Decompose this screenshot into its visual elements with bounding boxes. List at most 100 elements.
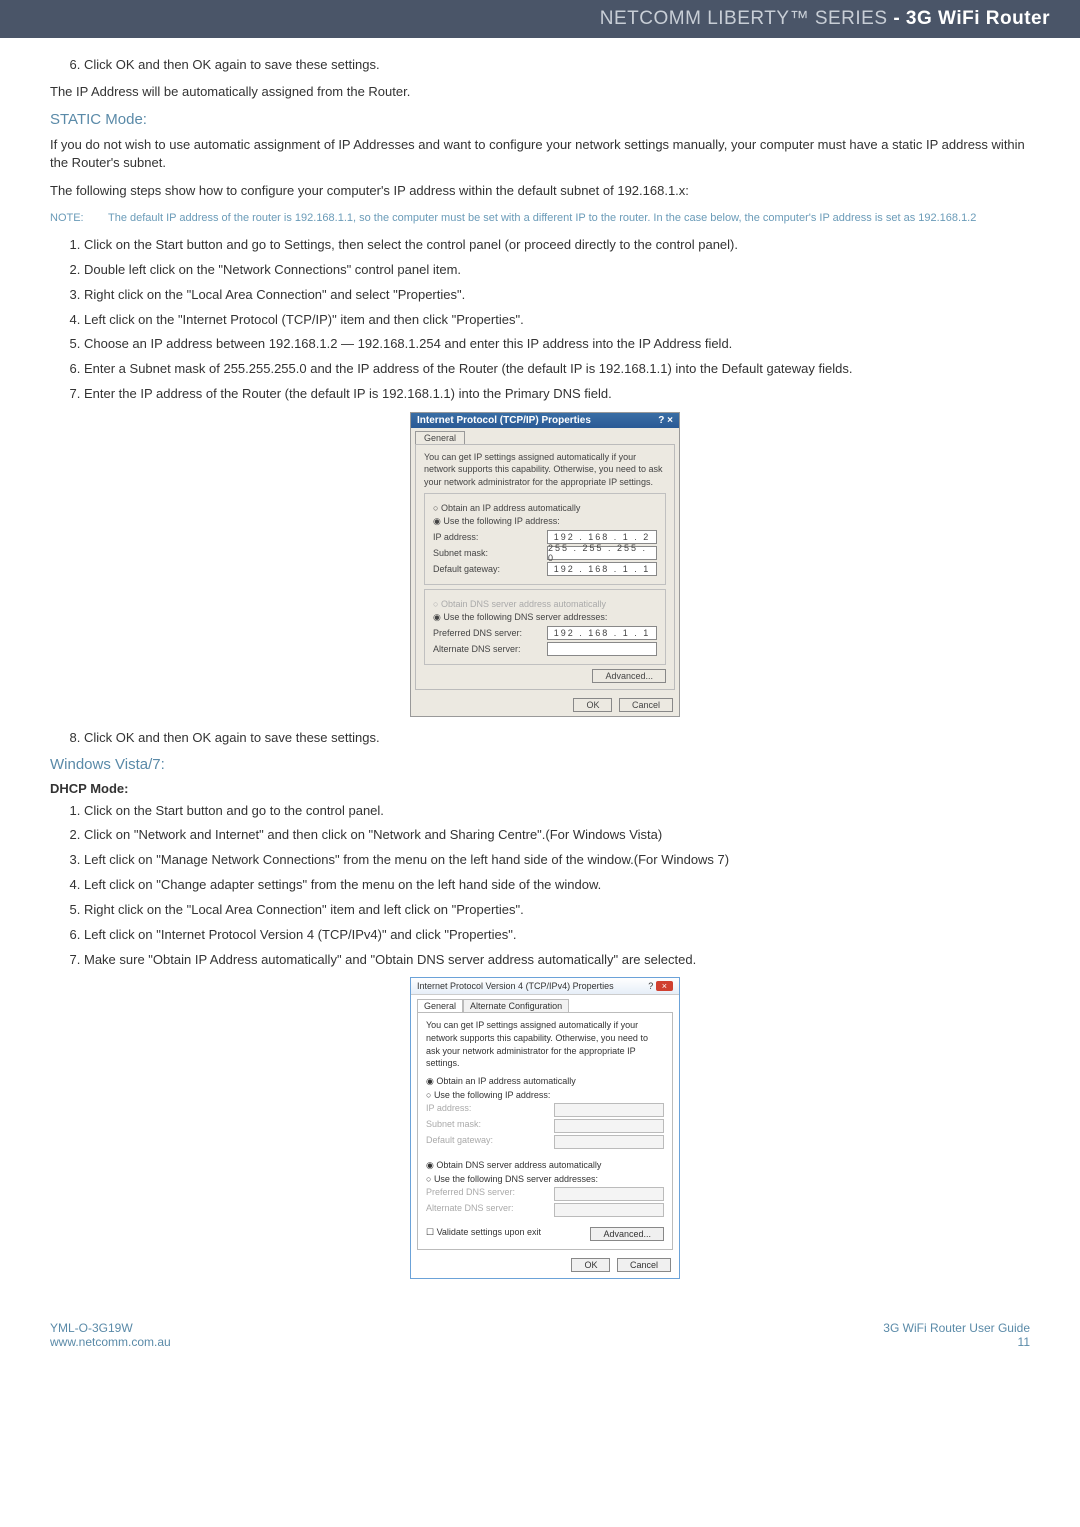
default-gateway-field <box>554 1135 664 1149</box>
tab-general[interactable]: General <box>415 431 465 444</box>
dialog-body: You can get IP settings assigned automat… <box>417 1012 673 1249</box>
default-gateway-label: Default gateway: <box>426 1135 493 1149</box>
static-steps-list-continued: Click OK and then OK again to save these… <box>84 729 1040 748</box>
dialog-intro: You can get IP settings assigned automat… <box>424 451 666 489</box>
footer-left: YML-O-3G19W www.netcomm.com.au <box>50 1321 171 1349</box>
dialog-tabs: GeneralAlternate Configuration <box>411 995 679 1012</box>
radio-obtain-dns-auto[interactable]: ◉ Obtain DNS server address automaticall… <box>426 1160 664 1171</box>
tab-general[interactable]: General <box>417 999 463 1012</box>
list-item: Enter the IP address of the Router (the … <box>84 385 1040 404</box>
default-gateway-field[interactable]: 192 . 168 . 1 . 1 <box>547 562 657 576</box>
subnet-mask-label: Subnet mask: <box>433 548 488 558</box>
footer-guide-title: 3G WiFi Router User Guide <box>883 1321 1030 1335</box>
help-icon[interactable]: ? <box>648 981 653 991</box>
static-steps-list: Click on the Start button and go to Sett… <box>84 236 1040 404</box>
list-item: Left click on "Change adapter settings" … <box>84 876 1040 895</box>
section-heading-static: STATIC Mode: <box>50 111 1040 128</box>
preferred-dns-label: Preferred DNS server: <box>426 1187 515 1201</box>
page-footer: YML-O-3G19W www.netcomm.com.au 3G WiFi R… <box>0 1321 1080 1369</box>
dns-group: ○ Obtain DNS server address automaticall… <box>424 589 666 665</box>
ok-button[interactable]: OK <box>573 698 612 712</box>
vista-steps-list: Click on the Start button and go to the … <box>84 802 1040 970</box>
radio-obtain-ip-auto[interactable]: ○ Obtain an IP address automatically <box>433 503 657 513</box>
preferred-dns-label: Preferred DNS server: <box>433 628 522 638</box>
radio-obtain-dns-auto: ○ Obtain DNS server address automaticall… <box>433 599 657 609</box>
window-controls-icon[interactable]: ? × <box>658 415 673 426</box>
tcpipv4-properties-dialog-vista: Internet Protocol Version 4 (TCP/IPv4) P… <box>410 977 680 1278</box>
alternate-dns-label: Alternate DNS server: <box>426 1203 514 1217</box>
ip-address-field <box>554 1103 664 1117</box>
radio-use-following-ip[interactable]: ○ Use the following IP address: <box>426 1090 664 1100</box>
list-item: Left click on "Manage Network Connection… <box>84 851 1040 870</box>
dialog-intro: You can get IP settings assigned automat… <box>426 1019 664 1069</box>
note-text: The default IP address of the router is … <box>100 211 976 226</box>
dialog-titlebar: Internet Protocol (TCP/IP) Properties ? … <box>411 413 679 428</box>
list-item: Left click on "Internet Protocol Version… <box>84 926 1040 945</box>
cancel-button[interactable]: Cancel <box>619 698 673 712</box>
ip-address-label: IP address: <box>426 1103 471 1117</box>
preferred-dns-field <box>554 1187 664 1201</box>
dialog-body: You can get IP settings assigned automat… <box>415 444 675 690</box>
note-label: NOTE: <box>50 211 100 226</box>
list-item: Enter a Subnet mask of 255.255.255.0 and… <box>84 360 1040 379</box>
list-item: Double left click on the "Network Connec… <box>84 261 1040 280</box>
top-ordered-list: Click OK and then OK again to save these… <box>84 56 1040 75</box>
tab-alternate-config[interactable]: Alternate Configuration <box>463 999 569 1012</box>
list-item: Right click on the "Local Area Connectio… <box>84 901 1040 920</box>
list-item: Choose an IP address between 192.168.1.2… <box>84 335 1040 354</box>
radio-label: Obtain an IP address automatically <box>441 503 580 513</box>
radio-obtain-ip-auto[interactable]: ◉ Obtain an IP address automatically <box>426 1076 664 1087</box>
dialog-title: Internet Protocol (TCP/IP) Properties <box>417 415 591 426</box>
radio-use-following-dns[interactable]: ○ Use the following DNS server addresses… <box>426 1174 664 1184</box>
advanced-button[interactable]: Advanced... <box>592 669 666 683</box>
footer-page-number: 11 <box>883 1335 1030 1349</box>
close-icon[interactable]: × <box>656 981 673 991</box>
list-item: Click OK and then OK again to save these… <box>84 729 1040 748</box>
validate-checkbox[interactable]: ☐ Validate settings upon exit <box>426 1227 541 1241</box>
dhcp-mode-heading: DHCP Mode: <box>50 781 1040 796</box>
dialog-title: Internet Protocol Version 4 (TCP/IPv4) P… <box>417 981 614 991</box>
document-header: NETCOMM LIBERTY™ SERIES - 3G WiFi Router <box>0 0 1080 38</box>
paragraph: If you do not wish to use automatic assi… <box>50 136 1040 172</box>
ip-address-field[interactable]: 192 . 168 . 1 . 2 <box>547 530 657 544</box>
list-item: Right click on the "Local Area Connectio… <box>84 286 1040 305</box>
alternate-dns-field <box>554 1203 664 1217</box>
window-controls: ? × <box>648 981 673 991</box>
footer-url: www.netcomm.com.au <box>50 1335 171 1349</box>
preferred-dns-field[interactable]: 192 . 168 . 1 . 1 <box>547 626 657 640</box>
subnet-mask-field[interactable]: 255 . 255 . 255 . 0 <box>547 546 657 560</box>
advanced-button[interactable]: Advanced... <box>590 1227 664 1241</box>
radio-label: Use the following DNS server addresses: <box>443 612 607 622</box>
dialog-titlebar: Internet Protocol Version 4 (TCP/IPv4) P… <box>411 978 679 995</box>
ip-address-label: IP address: <box>433 532 478 542</box>
list-item: Click OK and then OK again to save these… <box>84 56 1040 75</box>
paragraph: The IP Address will be automatically ass… <box>50 83 1040 101</box>
list-item: Click on "Network and Internet" and then… <box>84 826 1040 845</box>
radio-use-following-dns[interactable]: ◉ Use the following DNS server addresses… <box>433 612 657 623</box>
radio-use-following-ip[interactable]: ◉ Use the following IP address: <box>433 516 657 527</box>
alternate-dns-label: Alternate DNS server: <box>433 644 521 654</box>
ip-group: ○ Obtain an IP address automatically ◉ U… <box>424 493 666 585</box>
radio-label: Use the following IP address: <box>434 1090 550 1100</box>
list-item: Click on the Start button and go to Sett… <box>84 236 1040 255</box>
radio-label: Obtain DNS server address automatically <box>436 1160 601 1170</box>
footer-model: YML-O-3G19W <box>50 1321 171 1335</box>
header-suffix: - 3G WiFi Router <box>888 8 1050 29</box>
cancel-button[interactable]: Cancel <box>617 1258 671 1272</box>
radio-label: Use the following IP address: <box>443 516 559 526</box>
subnet-mask-label: Subnet mask: <box>426 1119 481 1133</box>
ok-button[interactable]: OK <box>571 1258 610 1272</box>
note-block: NOTE: The default IP address of the rout… <box>50 211 1040 226</box>
header-brand: NETCOMM LIBERTY™ SERIES <box>600 8 888 29</box>
alternate-dns-field[interactable] <box>547 642 657 656</box>
tcpip-properties-dialog-xp: Internet Protocol (TCP/IP) Properties ? … <box>410 412 680 717</box>
radio-label: Obtain an IP address automatically <box>436 1076 575 1086</box>
radio-label: Use the following DNS server addresses: <box>434 1174 598 1184</box>
checkbox-label: Validate settings upon exit <box>437 1227 541 1237</box>
subnet-mask-field <box>554 1119 664 1133</box>
footer-right: 3G WiFi Router User Guide 11 <box>883 1321 1030 1349</box>
page-content: Click OK and then OK again to save these… <box>0 38 1080 1321</box>
header-title: NETCOMM LIBERTY™ SERIES - 3G WiFi Router <box>600 8 1050 29</box>
list-item: Make sure "Obtain IP Address automatical… <box>84 951 1040 970</box>
section-heading-vista: Windows Vista/7: <box>50 756 1040 773</box>
